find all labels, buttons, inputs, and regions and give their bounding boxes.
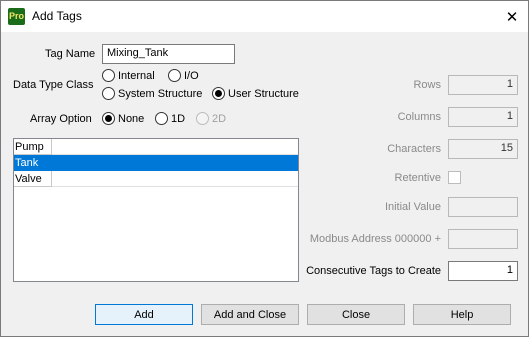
radio-circle-icon [155,112,168,125]
dialog-title: Add Tags [32,9,82,23]
help-button[interactable]: Help [413,304,511,325]
radio-circle-icon [102,87,115,100]
retentive-label: Retentive [394,172,441,184]
list-item[interactable]: Pump [14,139,298,155]
radio-io[interactable]: I/O [168,69,199,82]
app-logo-icon: Pro [8,8,25,25]
radio-internal[interactable]: Internal [102,69,155,82]
tag-name-label: Tag Name [45,48,96,60]
array-option-label: Array Option [30,113,92,125]
columns-input[interactable]: 1 [448,107,518,127]
modbus-address-input[interactable] [448,229,518,249]
title-bar: Pro Add Tags ✕ [1,1,528,32]
retentive-checkbox[interactable] [448,171,461,184]
radio-selected-icon [102,112,115,125]
radio-user-structure[interactable]: User Structure [212,87,299,100]
rows-label: Rows [413,79,441,91]
initial-value-input[interactable] [448,197,518,217]
radio-array-1d[interactable]: 1D [155,112,185,125]
radio-circle-icon [168,69,181,82]
consecutive-tags-input[interactable]: 1 [448,261,518,281]
radio-circle-icon [196,112,209,125]
close-window-icon[interactable]: ✕ [496,1,528,32]
radio-selected-icon [212,87,225,100]
data-type-class-label: Data Type Class [13,79,94,91]
close-button[interactable]: Close [307,304,405,325]
rows-input[interactable]: 1 [448,75,518,95]
radio-array-2d[interactable]: 2D [196,112,226,125]
consecutive-tags-label: Consecutive Tags to Create [306,265,441,277]
add-button[interactable]: Add [95,304,193,325]
columns-label: Columns [397,111,441,123]
list-item[interactable]: Valve [14,171,298,187]
characters-label: Characters [387,143,441,155]
list-item-selected[interactable]: Tank [14,155,298,171]
initial-value-label: Initial Value [384,201,441,213]
characters-input[interactable]: 15 [448,139,518,159]
structure-list[interactable]: Pump Tank Valve [13,138,299,282]
add-and-close-button[interactable]: Add and Close [201,304,299,325]
radio-array-none[interactable]: None [102,112,144,125]
radio-system-structure[interactable]: System Structure [102,87,202,100]
modbus-address-label: Modbus Address 000000 + [309,233,441,245]
radio-circle-icon [102,69,115,82]
add-tags-dialog: Pro Add Tags ✕ Tag Name Mixing_Tank Data… [0,0,529,337]
tag-name-input[interactable]: Mixing_Tank [102,44,235,64]
